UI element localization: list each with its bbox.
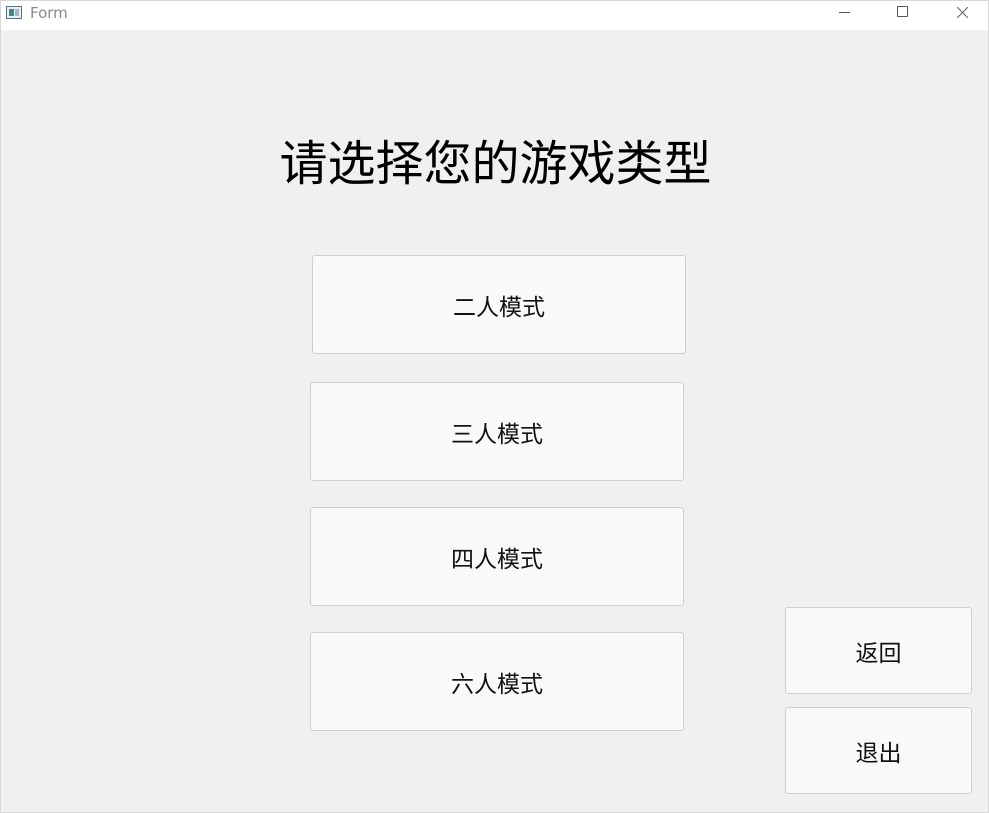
exit-button[interactable]: 退出 [785, 707, 972, 794]
three-player-mode-button[interactable]: 三人模式 [310, 382, 684, 481]
three-player-mode-label: 三人模式 [451, 421, 543, 448]
exit-button-label: 退出 [855, 740, 902, 767]
minimize-icon[interactable] [822, 1, 868, 25]
page-title: 请选择您的游戏类型 [1, 133, 989, 195]
four-player-mode-label: 四人模式 [451, 546, 543, 573]
page-title-text: 请选择您的游戏类型 [279, 136, 712, 192]
title-bar[interactable]: Form [1, 1, 988, 30]
six-player-mode-label: 六人模式 [451, 671, 543, 698]
app-window-icon [6, 6, 22, 19]
two-player-mode-label: 二人模式 [453, 294, 545, 321]
back-button-label: 返回 [855, 640, 902, 667]
two-player-mode-button[interactable]: 二人模式 [312, 255, 686, 354]
maximize-icon[interactable] [880, 1, 926, 25]
app-window: Form 请选择您的游戏类型 二人模式 三人模式 四人模式 六人模式 返回 退出 [0, 0, 989, 813]
back-button[interactable]: 返回 [785, 607, 972, 694]
four-player-mode-button[interactable]: 四人模式 [310, 507, 684, 606]
six-player-mode-button[interactable]: 六人模式 [310, 632, 684, 731]
window-title: Form [30, 4, 68, 22]
close-icon[interactable] [939, 1, 985, 25]
